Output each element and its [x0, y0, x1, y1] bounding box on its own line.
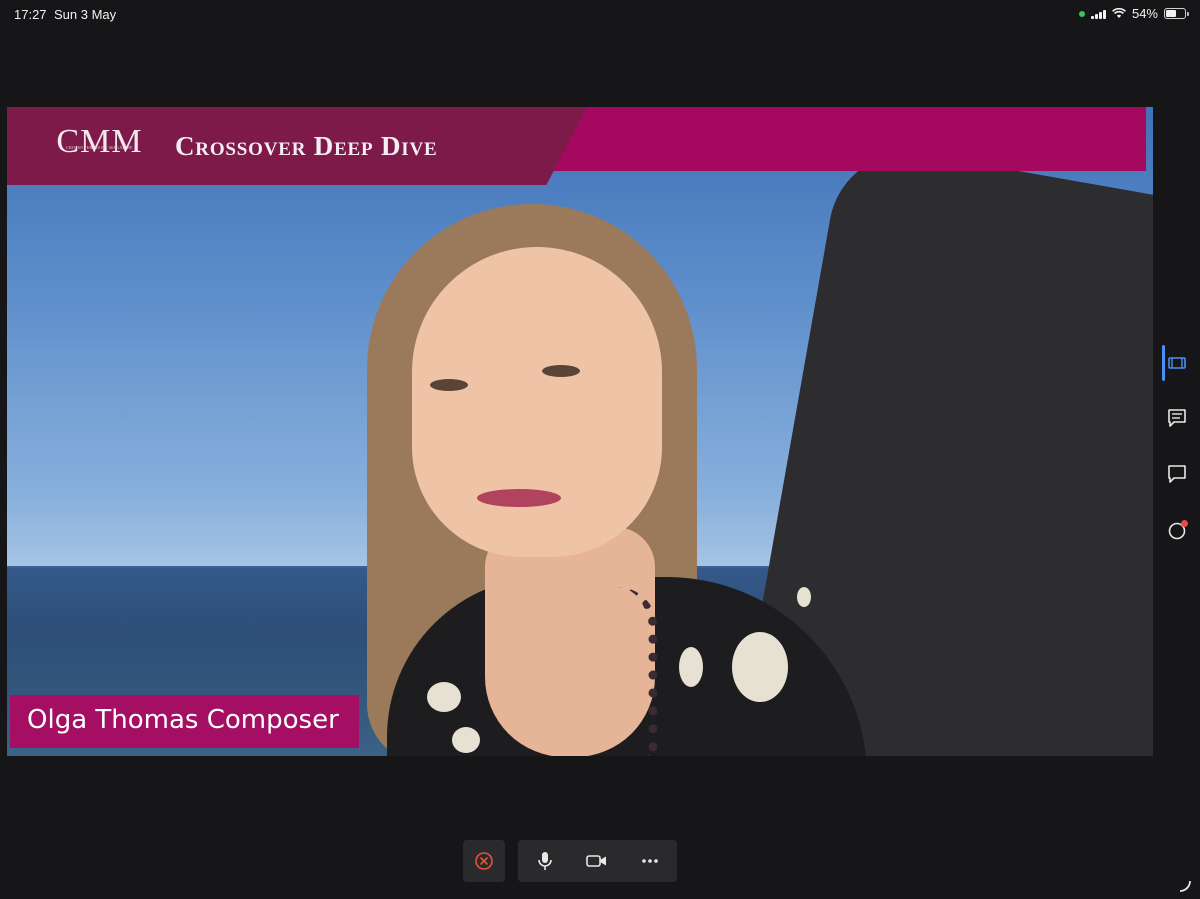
comment-icon — [1168, 465, 1186, 483]
status-bar: 17:27 Sun 3 May 54% — [0, 0, 1200, 28]
activity-button[interactable] — [1154, 510, 1200, 550]
speaker-face — [412, 247, 662, 557]
show-title: Crossover Deep Dive — [175, 131, 438, 161]
wifi-icon — [1112, 8, 1126, 18]
more-dots-icon — [642, 859, 658, 863]
battery-percent: 54% — [1131, 6, 1158, 21]
filmstrip-button[interactable] — [1154, 343, 1200, 383]
show-banner: CMM CROSSOVER MUSIC MAGAZINE Crossover D… — [7, 107, 587, 185]
resize-handle-icon[interactable] — [1178, 879, 1192, 893]
camera-button[interactable] — [576, 840, 618, 882]
close-circle-icon — [475, 852, 493, 870]
camera-in-use-icon — [1078, 10, 1085, 17]
name-tag: Olga Thomas Composer — [10, 695, 359, 748]
comment-button[interactable] — [1154, 454, 1200, 494]
cmm-logo: CMM CROSSOVER MUSIC MAGAZINE — [47, 125, 152, 159]
mute-button[interactable] — [524, 840, 566, 882]
status-time: 17:27 — [14, 7, 47, 22]
speaker-image — [7, 107, 1153, 756]
logo-text: CMM — [56, 123, 143, 160]
status-indicators: 54% — [1078, 6, 1189, 21]
microphone-icon — [538, 852, 552, 870]
left-eye — [430, 379, 468, 391]
cellular-signal-icon — [1090, 9, 1106, 19]
video-camera-icon — [586, 855, 606, 867]
notification-dot — [1181, 520, 1188, 527]
pearl-necklace — [617, 587, 657, 756]
leave-button[interactable] — [463, 840, 505, 882]
chat-list-button[interactable] — [1154, 398, 1200, 438]
call-controls — [518, 840, 677, 882]
right-eye — [542, 365, 580, 377]
status-date: Sun 3 May — [54, 7, 117, 22]
battery-icon — [1164, 8, 1189, 19]
more-button[interactable] — [629, 840, 671, 882]
chat-list-icon — [1168, 409, 1186, 427]
speaker-lips — [477, 489, 561, 507]
filmstrip-icon — [1168, 357, 1186, 369]
side-rail — [1154, 340, 1200, 560]
speaker-name: Olga Thomas Composer — [27, 705, 339, 735]
main-video-feed[interactable]: CMM CROSSOVER MUSIC MAGAZINE Crossover D… — [7, 107, 1153, 756]
